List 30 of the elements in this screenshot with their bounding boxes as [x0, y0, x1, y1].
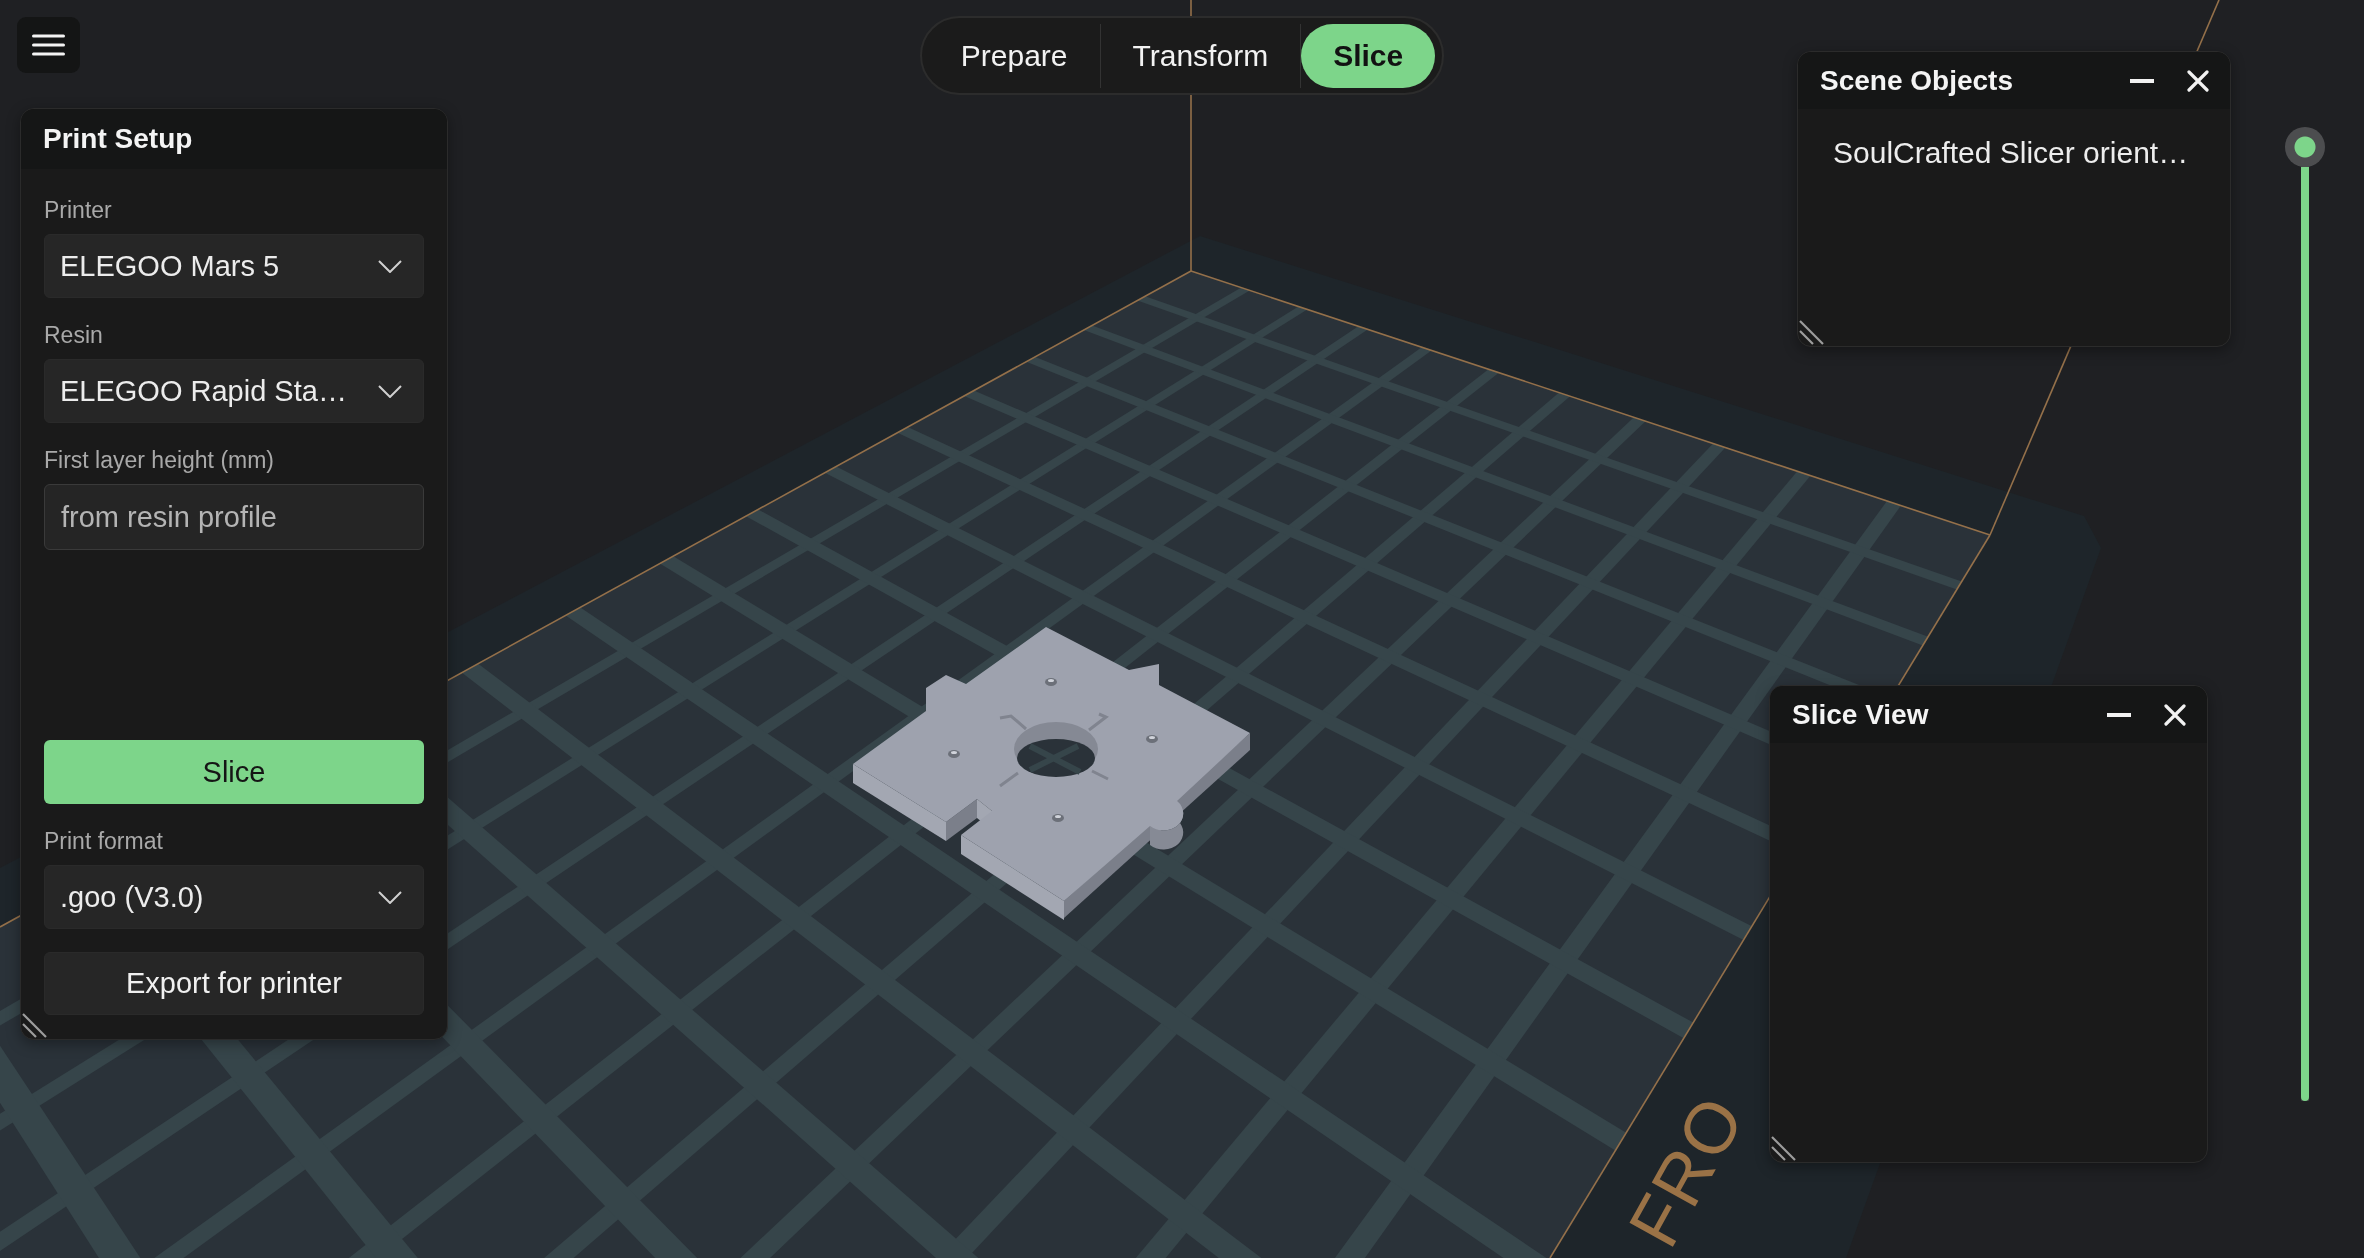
mode-tab[interactable]: Prepare: [928, 23, 1100, 88]
minimize-icon[interactable]: [2107, 712, 2131, 717]
field-label: Printer: [44, 196, 113, 225]
chevron-down-icon: [378, 384, 402, 398]
minimize-icon[interactable]: [2130, 78, 2154, 83]
menu-button[interactable]: [17, 17, 80, 73]
resize-grip-icon[interactable]: [1799, 320, 1824, 345]
field-label: First layer height (mm): [44, 446, 276, 475]
dropdown[interactable]: ELEGOO Rapid Sta…: [44, 359, 424, 423]
plate-label: FRO: [1613, 1082, 1760, 1258]
panel-title: Scene Objects: [1820, 64, 2014, 97]
field-label: Resin: [44, 321, 104, 350]
close-icon[interactable]: [2187, 69, 2209, 92]
menu-icon: [32, 34, 65, 56]
slice-button[interactable]: Slice: [44, 740, 424, 804]
chevron-down-icon: [378, 890, 402, 904]
dropdown[interactable]: ELEGOO Mars 5: [44, 234, 424, 298]
mode-tab[interactable]: Slice: [1301, 23, 1436, 88]
panel-title: Print Setup: [43, 123, 194, 155]
input-field[interactable]: from resin profile: [44, 484, 424, 550]
resize-grip-icon[interactable]: [1771, 1136, 1796, 1161]
scene-object-item[interactable]: SoulCrafted Slicer orient…: [1811, 129, 2217, 177]
field-label: Print format: [44, 827, 164, 856]
close-icon[interactable]: [2164, 703, 2186, 726]
mode-tab[interactable]: Transform: [1100, 23, 1301, 88]
export-button[interactable]: Export for printer: [44, 952, 424, 1015]
resize-grip-icon[interactable]: [22, 1013, 47, 1038]
panel-title: Slice View: [1792, 698, 1930, 731]
dropdown[interactable]: .goo (V3.0): [44, 865, 424, 929]
chevron-down-icon: [378, 259, 402, 273]
